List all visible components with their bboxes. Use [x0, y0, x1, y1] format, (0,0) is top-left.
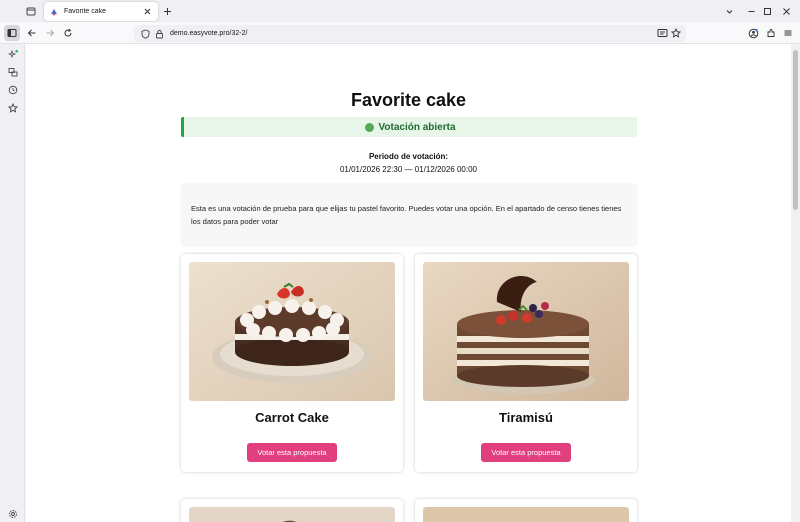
sidebar-toggle-icon[interactable] — [4, 25, 20, 41]
address-bar[interactable]: demo.easyvote.pro/32-2/ — [134, 25, 686, 42]
site-favicon-icon — [50, 8, 58, 16]
option-name: Tiramisú — [499, 410, 553, 425]
page-scrollbar[interactable] — [791, 44, 800, 522]
description-text: Esta es una votación de prueba para que … — [191, 204, 622, 226]
cake-image — [423, 507, 629, 522]
status-text: Votación abierta — [378, 121, 456, 133]
option-card — [181, 499, 403, 522]
option-card: Tiramisú Votar esta propuesta — [415, 254, 637, 472]
voting-period-label: Periodo de votación: — [368, 152, 449, 161]
bookmark-star-icon[interactable] — [668, 25, 684, 41]
navigation-bar: demo.easyvote.pro/32-2/ — [0, 22, 800, 44]
tab-list-icon[interactable] — [24, 4, 38, 18]
chevron-down-icon[interactable] — [722, 4, 736, 18]
carrot-cake-image — [189, 262, 395, 401]
new-tab-icon[interactable] — [160, 4, 174, 18]
description-card: Esta es una votación de prueba para que … — [181, 183, 637, 245]
scrollbar-thumb[interactable] — [793, 50, 798, 210]
extensions-icon[interactable] — [763, 25, 779, 41]
option-name: Carrot Cake — [255, 410, 329, 425]
maximize-icon[interactable] — [760, 4, 774, 18]
voting-period-range: 01/01/2026 22:30 — 01/12/2026 00:00 — [339, 165, 477, 174]
forward-arrow-icon[interactable] — [42, 25, 58, 41]
page-viewport: Favorite cake Votación abierta Periodo d… — [26, 44, 791, 522]
url-text: demo.easyvote.pro/32-2/ — [170, 30, 248, 37]
tiramisu-image — [423, 262, 629, 401]
status-banner: Votación abierta — [181, 117, 637, 137]
browser-tab[interactable]: Favorite cake — [44, 2, 158, 21]
close-tab-icon[interactable] — [142, 7, 152, 17]
vote-button[interactable]: Votar esta propuesta — [481, 443, 571, 462]
option-card: Carrot Cake Votar esta propuesta — [181, 254, 403, 472]
account-icon[interactable] — [745, 25, 761, 41]
option-card — [415, 499, 637, 522]
close-window-icon[interactable] — [779, 4, 793, 18]
minimize-icon[interactable] — [744, 4, 758, 18]
cake-image — [189, 507, 395, 522]
ai-sparkle-icon[interactable] — [6, 47, 20, 61]
tabs-sync-icon[interactable] — [6, 65, 20, 79]
vote-button[interactable]: Votar esta propuesta — [247, 443, 337, 462]
bookmarks-star-icon[interactable] — [6, 101, 20, 115]
lock-icon[interactable] — [154, 29, 164, 39]
page-title: Favorite cake — [350, 90, 467, 110]
menu-icon[interactable] — [780, 25, 796, 41]
status-dot-icon — [365, 122, 375, 132]
settings-gear-icon[interactable] — [6, 507, 20, 521]
browser-sidebar — [0, 44, 25, 522]
shield-icon[interactable] — [140, 29, 150, 39]
reload-icon[interactable] — [60, 25, 76, 41]
history-clock-icon[interactable] — [6, 83, 20, 97]
tab-bar: Favorite cake — [0, 0, 800, 22]
tab-title: Favorite cake — [64, 8, 107, 15]
back-arrow-icon[interactable] — [24, 25, 40, 41]
